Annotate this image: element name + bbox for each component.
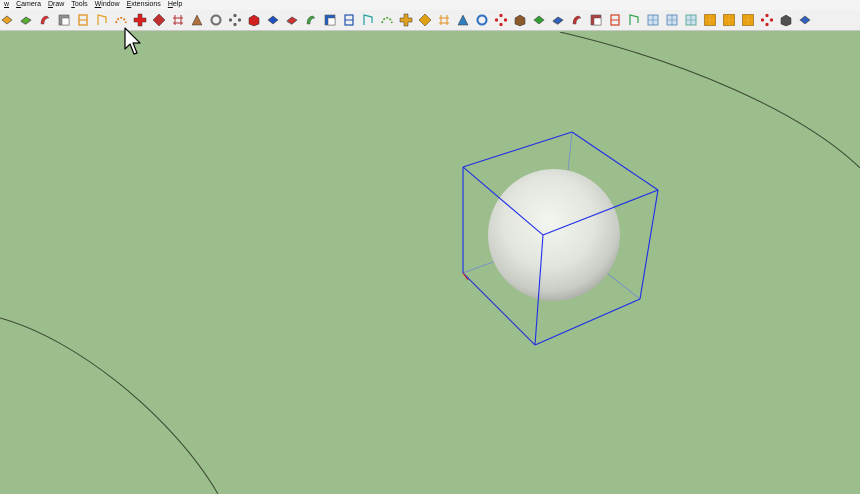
selection-toys-icon[interactable]	[798, 13, 812, 27]
add-detail-icon[interactable]	[285, 13, 299, 27]
section-plane-icon[interactable]	[133, 13, 147, 27]
follow-me-icon[interactable]	[76, 13, 90, 27]
undo-icon[interactable]	[494, 13, 508, 27]
round-corner-icon[interactable]	[437, 13, 451, 27]
panel-b-icon[interactable]	[722, 13, 736, 27]
make-faces-icon[interactable]	[627, 13, 641, 27]
menu-tools[interactable]: Tools	[67, 0, 90, 10]
menu-bar: w Camera Draw Tools Window Extensions He…	[0, 0, 860, 10]
skimp-icon[interactable]	[570, 13, 584, 27]
style-textured-icon[interactable]	[38, 13, 52, 27]
arc-curve-bottom	[0, 317, 219, 494]
sphere[interactable]	[488, 169, 620, 301]
menu-window[interactable]: Window	[91, 0, 123, 10]
menu-help[interactable]: Help	[164, 0, 185, 10]
intersect-faces-icon[interactable]	[95, 13, 109, 27]
cleanup-icon[interactable]	[513, 13, 527, 27]
material-replacer-icon[interactable]	[532, 13, 546, 27]
solid-inspector-icon[interactable]	[608, 13, 622, 27]
menu-view[interactable]: w	[0, 0, 12, 10]
dashed-circle-icon[interactable]	[779, 13, 793, 27]
mouse-cursor-icon	[124, 27, 141, 55]
quad-face-icon[interactable]	[456, 13, 470, 27]
modeling-viewport[interactable]	[0, 32, 860, 494]
menu-camera[interactable]: Camera	[12, 0, 44, 10]
soap-skin-icon[interactable]	[380, 13, 394, 27]
section-fill-icon[interactable]	[152, 13, 166, 27]
style-shaded-icon[interactable]	[19, 13, 33, 27]
menu-extensions[interactable]: Extensions	[123, 0, 164, 10]
wireframe-c-icon[interactable]	[684, 13, 698, 27]
sandbox-from-contours-icon[interactable]	[190, 13, 204, 27]
fredo-scale-icon[interactable]	[418, 13, 432, 27]
wireframe-b-icon[interactable]	[665, 13, 679, 27]
bezier-curve-icon[interactable]	[247, 13, 261, 27]
profile-builder-icon[interactable]	[589, 13, 603, 27]
smoove-icon[interactable]	[228, 13, 242, 27]
panel-c-icon[interactable]	[741, 13, 755, 27]
style-xray-icon[interactable]	[0, 13, 14, 27]
arc-curve-top	[559, 32, 860, 169]
lines-to-tubes-icon[interactable]	[475, 13, 489, 27]
outer-shell-icon[interactable]	[114, 13, 128, 27]
panel-a-icon[interactable]	[703, 13, 717, 27]
style-monochrome-icon[interactable]	[57, 13, 71, 27]
vertex-tools-icon[interactable]	[361, 13, 375, 27]
join-pushpull-icon[interactable]	[323, 13, 337, 27]
sandbox-from-scratch-icon[interactable]	[209, 13, 223, 27]
point-cloud-icon[interactable]	[760, 13, 774, 27]
section-display-icon[interactable]	[171, 13, 185, 27]
curviloft-icon[interactable]	[266, 13, 280, 27]
wireframe-a-icon[interactable]	[646, 13, 660, 27]
menu-draw[interactable]: Draw	[44, 0, 67, 10]
shape-bender-icon[interactable]	[399, 13, 413, 27]
flip-edge-icon[interactable]	[304, 13, 318, 27]
component-stringer-icon[interactable]	[551, 13, 565, 27]
grid-tool-icon[interactable]	[342, 13, 356, 27]
